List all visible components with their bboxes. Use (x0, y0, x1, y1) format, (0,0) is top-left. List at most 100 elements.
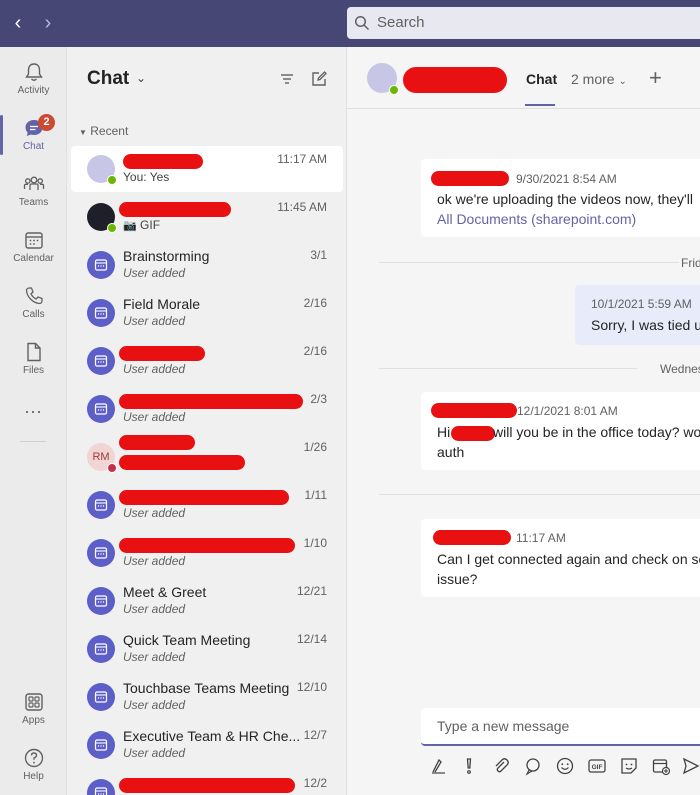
bell-icon (24, 63, 43, 81)
phone-icon (25, 287, 43, 305)
group-chat-icon (87, 395, 115, 423)
chat-timestamp: 12/14 (296, 632, 327, 646)
redacted-name (403, 67, 507, 93)
recent-section-header[interactable]: ▼ Recent (79, 124, 128, 138)
chat-timestamp: 1/26 (303, 440, 327, 454)
presence-available-icon (107, 223, 117, 233)
day-label: Wednes (660, 362, 700, 376)
chat-list-item[interactable]: Meet & Greet User added 12/21 (71, 578, 343, 624)
back-arrow-icon[interactable]: ‹ (6, 10, 30, 36)
chat-preview-text: GIF (140, 218, 161, 232)
message-text-continued: issue? (437, 571, 478, 587)
rail-item-activity[interactable]: Activity (0, 53, 67, 105)
redacted-name (119, 490, 289, 505)
sharepoint-link[interactable]: All Documents (sharepoint.com) (437, 209, 636, 229)
search-icon (354, 15, 370, 31)
add-tab-icon[interactable]: + (649, 65, 662, 91)
important-icon[interactable] (459, 756, 479, 776)
rail-divider (20, 441, 46, 442)
redacted-sender (431, 403, 517, 418)
chat-list-item[interactable]: User added 1/10 (71, 530, 343, 576)
rail-item-apps[interactable]: Apps (0, 683, 67, 735)
chat-list-item[interactable]: 📷 GIF 11:45 AM (71, 194, 343, 240)
message-divider (379, 494, 700, 495)
new-chat-icon[interactable] (309, 69, 329, 89)
chat-list-item[interactable]: Field Morale User added 2/16 (71, 290, 343, 336)
app-rail: Activity 2 Chat Teams Calendar Calls Fil… (0, 47, 67, 795)
chat-timestamp: 12/10 (296, 680, 327, 694)
chat-list-item[interactable]: User added 2/3 (71, 386, 343, 432)
send-icon[interactable] (681, 756, 700, 776)
chat-list-item[interactable]: Brainstorming User added 3/1 (71, 242, 343, 288)
chat-preview: User added (123, 554, 186, 568)
redacted-name (119, 778, 295, 793)
chat-timestamp: 11:17 AM (277, 152, 327, 166)
chevron-down-icon[interactable]: ⌄ (136, 71, 146, 85)
message-card[interactable]: 9/30/2021 8:54 AM ok we're uploading the… (421, 159, 700, 237)
chat-preview: User added (123, 314, 186, 328)
conversation-pane: Chat 2 more ⌄ + 9/30/2021 8:54 AM ok we'… (347, 47, 700, 795)
chat-title: Meet & Greet (123, 584, 207, 600)
filter-icon[interactable] (277, 69, 297, 89)
attach-icon[interactable] (491, 756, 511, 776)
chat-list-item[interactable]: RM 1/26 (71, 434, 343, 480)
chat-timestamp: 12/21 (296, 584, 327, 598)
format-icon[interactable] (429, 756, 449, 776)
message-timestamp: 11:17 AM (516, 531, 566, 545)
chat-unread-badge: 2 (38, 114, 55, 131)
group-chat-icon (87, 491, 115, 519)
message-text: ok we're uploading the videos now, they'… (437, 191, 693, 207)
day-divider (379, 368, 637, 369)
message-timestamp: 10/1/2021 5:59 AM (591, 297, 692, 311)
chat-list-item[interactable]: Executive Team & HR Che... User added 12/7 (71, 722, 343, 768)
rail-item-help[interactable]: Help (0, 739, 67, 791)
chat-list-item[interactable]: Touchbase Teams Meeting User added 12/10 (71, 674, 343, 720)
gif-icon: 📷 (123, 220, 137, 232)
message-text: Can I get connected again and check on s… (437, 551, 700, 567)
tab-more[interactable]: 2 more ⌄ (571, 71, 627, 87)
group-chat-icon (87, 683, 115, 711)
rail-item-files[interactable]: Files (0, 333, 67, 385)
compose-box[interactable]: Type a new message (421, 708, 700, 746)
chat-preview: User added (123, 362, 186, 376)
chat-list-item[interactable]: You: Yes 11:17 AM (71, 146, 343, 192)
loop-icon[interactable] (523, 756, 543, 776)
message-text: will you be in the office today? wo (493, 424, 700, 440)
rail-item-calls[interactable]: Calls (0, 277, 67, 329)
day-divider (379, 262, 679, 263)
chat-list-item[interactable]: 12/2 (71, 770, 343, 795)
redacted-name (119, 346, 205, 361)
rail-item-chat[interactable]: 2 Chat (0, 109, 67, 161)
gif-icon[interactable]: GIF (587, 756, 607, 776)
chat-list-item[interactable]: User added 2/16 (71, 338, 343, 384)
emoji-icon[interactable] (555, 756, 575, 776)
day-label: Frid (681, 256, 700, 270)
chat-list-title[interactable]: Chat (87, 68, 129, 90)
message-card-self[interactable]: 10/1/2021 5:59 AM Sorry, I was tied u (575, 285, 700, 345)
redacted-sender (431, 171, 509, 186)
more-apps-icon[interactable]: ... (0, 397, 67, 418)
group-chat-icon (87, 587, 115, 615)
schedule-meeting-icon[interactable] (651, 756, 671, 776)
group-chat-icon (87, 731, 115, 759)
compose-placeholder: Type a new message (437, 718, 570, 734)
search-placeholder: Search (377, 14, 425, 31)
rail-label: Help (23, 771, 44, 782)
sticker-icon[interactable] (619, 756, 639, 776)
rail-item-teams[interactable]: Teams (0, 165, 67, 217)
presence-available-icon (107, 175, 117, 185)
rail-item-calendar[interactable]: Calendar (0, 221, 67, 273)
tab-chat[interactable]: Chat (526, 71, 557, 87)
message-card[interactable]: 12/1/2021 8:01 AM Hi will you be in the … (421, 392, 700, 470)
message-card[interactable]: 11:17 AM Can I get connected again and c… (421, 519, 700, 597)
redacted-name (119, 538, 295, 553)
conversation-header: Chat 2 more ⌄ + (347, 47, 700, 109)
rail-label: Files (22, 365, 45, 376)
search-input[interactable]: Search (347, 7, 700, 39)
chat-list-item[interactable]: User added 1/11 (71, 482, 343, 528)
rail-label: Calendar (13, 253, 54, 264)
teams-icon (23, 176, 44, 190)
chat-list-item[interactable]: Quick Team Meeting User added 12/14 (71, 626, 343, 672)
active-tab-indicator (525, 104, 555, 106)
forward-arrow-icon[interactable]: › (36, 10, 60, 36)
